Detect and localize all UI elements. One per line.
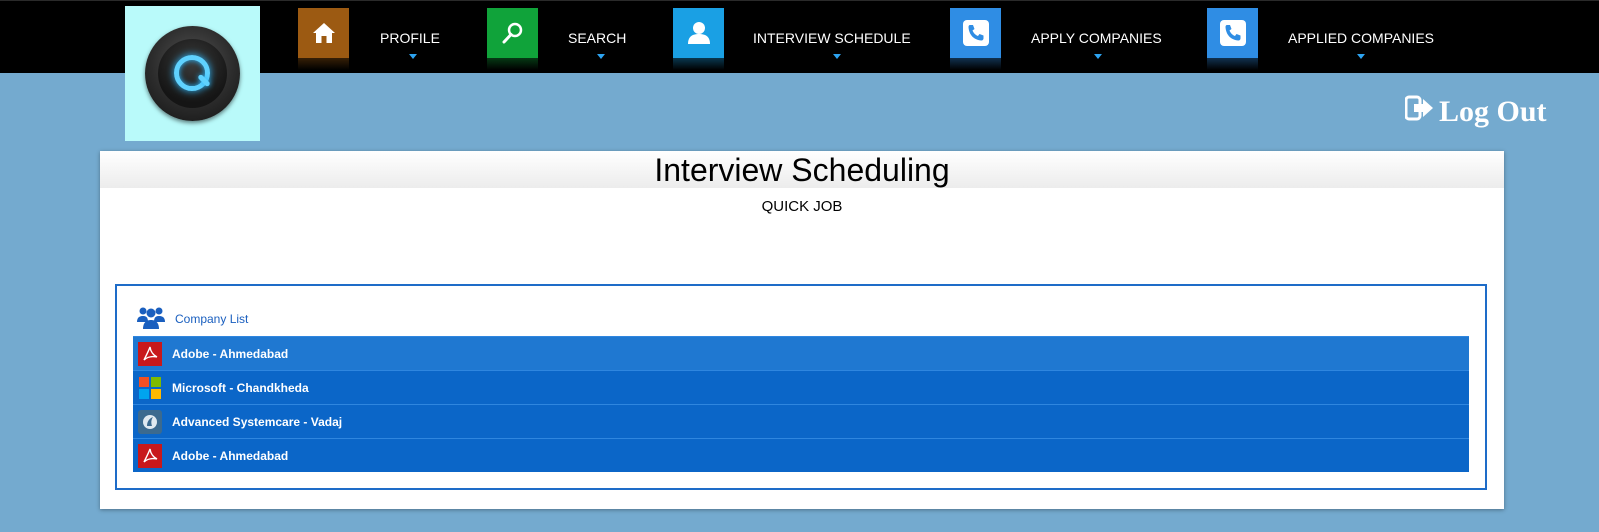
panel-header: Interview Scheduling [100,151,1504,188]
adobe-pdf-icon [138,443,162,468]
company-row[interactable]: Adobe - Ahmedabad [133,438,1469,472]
chevron-down-icon [1357,54,1365,59]
nav-item-profile[interactable]: PROFILE [298,8,448,70]
systemcare-icon [138,409,162,434]
chevron-down-icon [833,54,841,59]
logout-button[interactable]: Log Out [1404,95,1547,129]
company-name: Microsoft - Chandkheda [172,380,309,395]
nav-label-apply-companies: APPLY COMPANIES [1031,30,1162,46]
sign-out-icon [1404,95,1435,129]
page-title: Interview Scheduling [654,152,950,188]
chevron-down-icon [597,54,605,59]
company-row[interactable]: Advanced Systemcare - Vadaj [133,404,1469,438]
nav-item-interview-schedule[interactable]: INTERVIEW SCHEDULE [673,8,913,70]
nav-item-search[interactable]: SEARCH [487,8,637,70]
company-row[interactable]: Adobe - Ahmedabad [133,336,1469,370]
nav-label-interview-schedule: INTERVIEW SCHEDULE [753,30,911,46]
company-name: Adobe - Ahmedabad [172,346,289,361]
company-name: Advanced Systemcare - Vadaj [172,414,343,429]
chevron-down-icon [409,54,417,59]
company-rows: Adobe - Ahmedabad Microsoft - Chandkheda… [133,336,1469,472]
nav-label-search: SEARCH [568,30,627,46]
company-list-title: Company List [175,312,249,326]
phone-icon [1207,8,1258,58]
nav-label-profile: PROFILE [380,30,440,46]
adobe-pdf-icon [138,341,162,366]
company-list-box: Company List Adobe - Ahmedabad Microsoft… [115,284,1487,490]
nav-item-applied-companies[interactable]: APPLIED COMPANIES [1207,8,1447,70]
interview-scheduling-panel: Interview Scheduling QUICK JOB Company L… [100,151,1504,509]
home-icon [298,8,349,58]
microsoft-icon [138,376,162,400]
quick-job-logo[interactable] [125,6,260,141]
nav-label-applied-companies: APPLIED COMPANIES [1288,30,1435,46]
nav-item-apply-companies[interactable]: APPLY COMPANIES [950,8,1170,70]
search-icon [487,8,538,58]
user-icon [673,8,724,58]
phone-icon [950,8,1001,58]
logout-label: Log Out [1439,95,1547,128]
users-icon [137,304,165,335]
chevron-down-icon [1094,54,1102,59]
company-name: Adobe - Ahmedabad [172,448,289,463]
company-row[interactable]: Microsoft - Chandkheda [133,370,1469,404]
page-subtitle: QUICK JOB [761,198,843,215]
company-list-header: Company List [137,304,248,334]
